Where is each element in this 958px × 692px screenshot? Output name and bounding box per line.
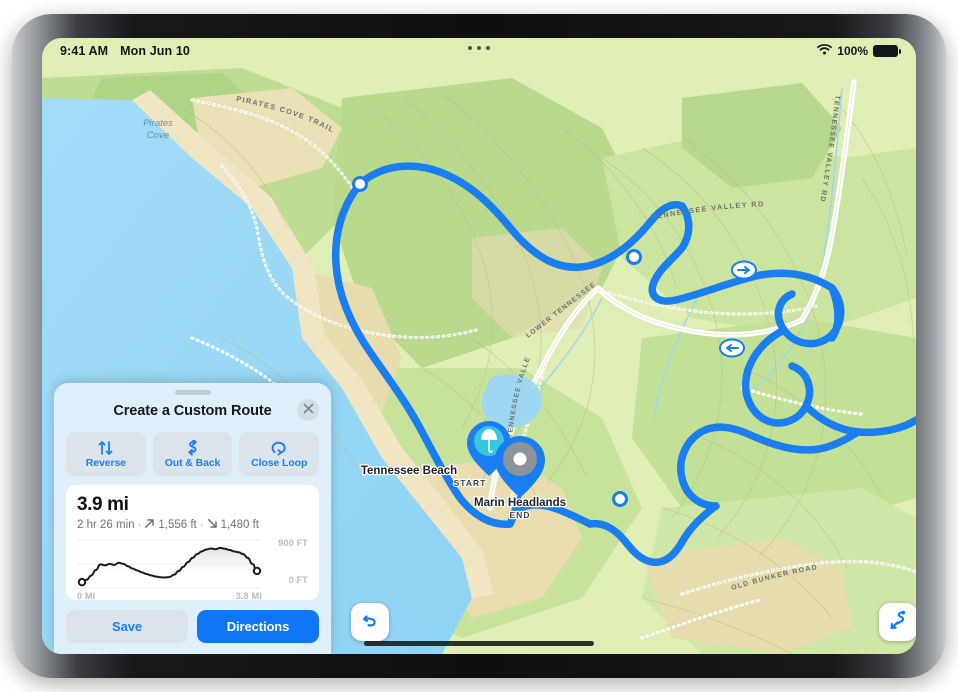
arrow-up-right-icon [144,518,155,532]
out-and-back-icon [184,439,201,456]
elevation-plot-area [77,539,262,589]
out-and-back-label: Out & Back [164,457,221,469]
elevation-x-axis: 0 MI 3.8 MI [77,591,262,601]
elevation-chart: 900 FT 0 FT 0 MI 3.8 MI [77,538,308,605]
y-tick-min: 0 FT [288,575,308,585]
route-ascent: 1,556 ft [158,519,197,531]
panel-title: Create a Custom Route [113,403,272,419]
svg-text:END: END [510,510,531,520]
route-actions: Reverse Out & Back Close Loop [66,432,320,476]
ipad-device-frame: Pirates Cove PIRATES COVE TRAIL TENNESSE… [12,14,946,678]
panel-header: Create a Custom Route [66,397,319,425]
route-duration: 2 hr 26 min [77,519,135,531]
x-tick-end: 3.8 MI [235,591,262,601]
out-and-back-button[interactable]: Out & Back [152,432,233,476]
create-custom-route-panel: Create a Custom Route Reverse Out & Back… [54,383,331,654]
stat-separator-1: · [137,519,142,531]
y-tick-max: 900 FT [278,538,308,548]
x-tick-start: 0 MI [77,591,96,601]
close-icon [303,401,314,419]
svg-text:Marin Headlands: Marin Headlands [474,497,566,509]
close-loop-label: Close Loop [251,457,308,469]
close-button[interactable] [297,399,319,421]
route-descent: 1,480 ft [220,519,259,531]
reverse-label: Reverse [85,457,126,469]
custom-route-button[interactable] [879,603,916,641]
custom-route-icon [887,609,909,636]
multitasking-handle[interactable] [468,46,490,50]
panel-footer: Save Directions [66,610,319,643]
device-screen: Pirates Cove PIRATES COVE TRAIL TENNESSE… [42,38,916,654]
stat-separator-2: · [199,519,204,531]
home-indicator[interactable] [364,641,594,646]
arrow-down-right-icon [207,518,218,532]
close-loop-icon [270,439,288,456]
undo-button[interactable] [351,603,389,641]
undo-arrow-icon [360,610,380,635]
svg-text:START: START [454,478,487,488]
save-button[interactable]: Save [66,610,188,643]
route-stats: 2 hr 26 min · 1,556 ft · 1,480 ft [77,518,308,532]
directions-button[interactable]: Directions [197,610,319,643]
close-loop-button[interactable]: Close Loop [239,432,320,476]
up-down-arrows-icon [97,439,114,456]
reverse-button[interactable]: Reverse [66,432,146,476]
elevation-svg [77,539,262,589]
svg-text:Tennessee Beach: Tennessee Beach [361,465,457,477]
svg-text:Pirates: Pirates [143,118,173,129]
elevation-y-axis: 900 FT 0 FT [244,538,308,589]
svg-text:Cove: Cove [147,130,169,141]
route-distance: 3.9 mi [77,494,129,515]
drag-handle[interactable] [174,390,211,395]
route-summary-card: 3.9 mi 2 hr 26 min · 1,556 ft · 1,480 ft… [66,485,319,601]
screenshot-root: 2 [0,0,958,692]
